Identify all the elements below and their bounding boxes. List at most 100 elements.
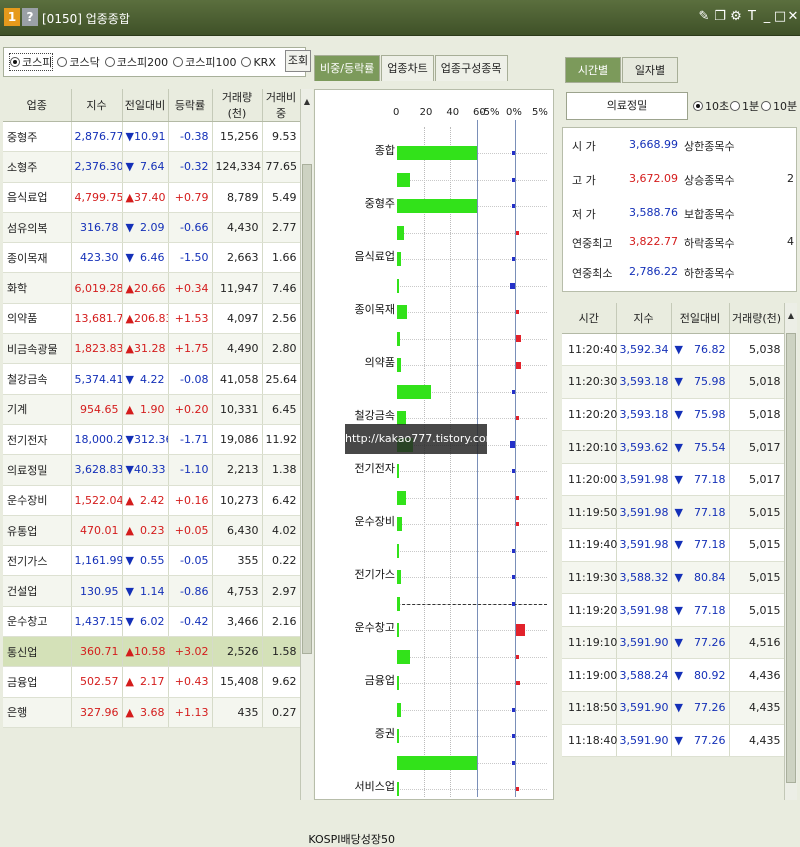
sector-name-cell: 금융업 (3, 666, 72, 698)
change-cell: ▼ 7.64 (122, 151, 169, 183)
col-header-index[interactable]: 지수 (71, 89, 123, 122)
share-cell: 1.66 (262, 242, 301, 274)
app-window: 1 ? [0150] 업종종합 ✎ ❐ ⚙ T _ □ ✕ 코스피 코스닥 코스… (0, 0, 800, 846)
scroll-up-icon[interactable]: ▲ (301, 97, 313, 106)
rate-cell: -0.66 (168, 212, 213, 244)
market-option-kosdaq[interactable]: 코스닥 (57, 54, 100, 70)
index-cell: 3,591.98 (616, 495, 672, 530)
table-row[interactable]: 종이목재 423.30 ▼ 6.46 -1.50 2,663 1.66 (3, 242, 301, 274)
change-cell: ▼ 77.26 (671, 691, 730, 725)
table-row[interactable]: 운수창고 1,437.15 ▼ 6.02 -0.42 3,466 2.16 (3, 606, 301, 638)
query-button[interactable]: 조회 (285, 50, 311, 72)
rate-bar (516, 416, 519, 420)
table-row[interactable]: 11:19:50 3,591.98 ▼ 77.18 5,015 (562, 495, 785, 530)
table-row[interactable]: 11:19:20 3,591.98 ▼ 77.18 5,015 (562, 593, 785, 627)
table-row[interactable]: 전기가스 1,161.99 ▼ 0.55 -0.05 355 0.22 (3, 545, 301, 577)
tab-by-time[interactable]: 시간별 (565, 57, 621, 83)
table-row[interactable]: 유통업 470.01 ▲ 0.23 +0.05 6,430 4.02 (3, 515, 301, 547)
table-row[interactable]: 11:19:30 3,588.32 ▼ 80.84 5,015 (562, 561, 785, 595)
table-row[interactable]: 금융업 502.57 ▲ 2.17 +0.43 15,408 9.62 (3, 666, 301, 698)
col-header-share[interactable]: 거래비중 (262, 89, 301, 122)
interval-option-10s[interactable]: 10초 (693, 98, 729, 114)
change-value: 77.18 (694, 505, 726, 519)
index-cell: 6,019.28 (71, 272, 123, 304)
table-row[interactable]: 철강금속 5,374.41 ▼ 4.22 -0.08 41,058 25.64 (3, 363, 301, 395)
window-number-badge[interactable]: 1 (4, 8, 20, 26)
scroll-thumb[interactable] (786, 333, 796, 783)
change-cell: ▼ 77.18 (671, 593, 730, 627)
col-header-change[interactable]: 전일대비 (122, 89, 169, 122)
share-cell: 9.53 (262, 121, 301, 153)
settings-icon[interactable]: ⚙ (729, 9, 743, 24)
radio-icon (173, 57, 184, 67)
copy-icon[interactable]: ❐ (713, 9, 727, 24)
stock-count-value: 4 (787, 235, 794, 248)
table-row[interactable]: 중형주 2,876.77 ▼ 10.91 -0.38 15,256 9.53 (3, 121, 301, 153)
change-cell: ▲ 10.58 (122, 636, 169, 668)
table-row[interactable]: 건설업 130.95 ▼ 1.14 -0.86 4,753 2.97 (3, 575, 301, 607)
table-row[interactable]: 11:20:00 3,591.98 ▼ 77.18 5,017 (562, 463, 785, 497)
volume-cell: 2,663 (212, 242, 263, 274)
table-row[interactable]: 11:20:40 3,592.34 ▼ 76.82 5,038 (562, 333, 785, 367)
rate-bar (509, 441, 515, 448)
scroll-up-icon[interactable]: ▲ (785, 311, 797, 320)
col-header-index[interactable]: 지수 (616, 303, 672, 334)
index-cell: 1,161.99 (71, 545, 123, 577)
market-option-krx[interactable]: KRX (241, 56, 276, 69)
rate-bar (512, 177, 515, 182)
table-row[interactable]: 11:20:20 3,593.18 ▼ 75.98 5,018 (562, 398, 785, 432)
table-row[interactable]: 화학 6,019.28 ▲ 20.66 +0.34 11,947 7.46 (3, 272, 301, 304)
table-row[interactable]: 운수장비 1,522.04 ▲ 2.42 +0.16 10,273 6.42 (3, 485, 301, 516)
volume-cell: 435 (212, 697, 263, 728)
market-option-kospi[interactable]: 코스피 (8, 53, 54, 71)
interval-option-1m[interactable]: 1분 (730, 98, 759, 114)
share-tick-label: 20 (419, 107, 433, 118)
market-option-kospi200[interactable]: 코스피200 (104, 54, 168, 70)
maximize-icon[interactable]: □ (773, 9, 787, 24)
table-row[interactable]: 비금속광물 1,823.83 ▲ 31.28 +1.75 4,490 2.80 (3, 333, 301, 365)
tab-sector-members[interactable]: 업종구성종목 (434, 55, 508, 81)
close-icon[interactable]: ✕ (786, 9, 800, 24)
col-header-volume[interactable]: 거래량(천) (212, 89, 263, 122)
down-arrow-icon: ▼ (125, 251, 134, 265)
col-header-time[interactable]: 시간 (562, 303, 617, 334)
table-row[interactable]: 음식료업 4,799.75 ▲ 37.40 +0.79 8,789 5.49 (3, 182, 301, 213)
col-header-change[interactable]: 전일대비 (671, 303, 730, 334)
table-row[interactable]: 11:19:00 3,588.24 ▼ 80.92 4,436 (562, 658, 785, 693)
table-row[interactable]: 기계 954.65 ▲ 1.90 +0.20 10,331 6.45 (3, 394, 301, 425)
sector-table-scrollbar[interactable]: ▲ (300, 89, 313, 800)
table-row[interactable]: 섬유의복 316.78 ▼ 2.09 -0.66 4,430 2.77 (3, 212, 301, 244)
handwrite-icon[interactable]: ✎ (697, 9, 711, 24)
table-row[interactable]: 의약품13,681.7▲206.83+1.534,0972.56 (3, 303, 301, 335)
interval-option-10m[interactable]: 10분 (761, 98, 797, 114)
col-header-volume[interactable]: 거래량(천) (729, 303, 785, 334)
table-row[interactable]: 11:20:10 3,593.62 ▼ 75.54 5,017 (562, 430, 785, 464)
table-row[interactable]: 11:18:40 3,591.90 ▼ 77.26 4,435 (562, 724, 785, 758)
help-badge[interactable]: ? (22, 8, 38, 26)
table-row[interactable]: 의료정밀 3,628.83 ▼ 40.33 -1.10 2,213 1.38 (3, 454, 301, 486)
tab-sector-chart[interactable]: 업종차트 (381, 55, 434, 81)
table-row[interactable]: 11:19:10 3,591.90 ▼ 77.26 4,516 (562, 626, 785, 660)
table-row[interactable]: 11:18:50 3,591.90 ▼ 77.26 4,435 (562, 691, 785, 725)
col-header-sector[interactable]: 업종 (3, 89, 72, 122)
table-row[interactable]: 전기전자18,000.2▼312.36-1.7119,08611.92 (3, 424, 301, 456)
market-option-kospi100[interactable]: 코스피100 (173, 54, 236, 70)
time-cell: 11:20:10 (562, 430, 617, 464)
tab-share-rate[interactable]: 비중/등락률 (314, 55, 381, 81)
category-label: 중형주 (364, 197, 395, 210)
tab-by-date[interactable]: 일자별 (622, 57, 678, 83)
text-icon[interactable]: T (745, 9, 759, 24)
down-arrow-icon: ▼ (674, 733, 683, 747)
scroll-thumb[interactable] (302, 164, 312, 654)
table-row[interactable]: 11:19:40 3,591.98 ▼ 77.18 5,015 (562, 528, 785, 562)
col-header-rate[interactable]: 등락률 (168, 89, 213, 122)
rate-tick-label: 0% (506, 107, 522, 118)
table-row[interactable]: 통신업 360.71 ▲ 10.58 +3.02 2,526 1.58 (3, 636, 301, 668)
stat-value: 3,672.09 (629, 172, 678, 185)
rate-cell: +0.16 (168, 485, 213, 516)
table-row[interactable]: 은행 327.96 ▲ 3.68 +1.13 435 0.27 (3, 697, 301, 728)
table-row[interactable]: 소형주 2,376.30 ▼ 7.64 -0.32 124,334 77.65 (3, 151, 301, 183)
table-row[interactable]: 11:20:30 3,593.18 ▼ 75.98 5,018 (562, 365, 785, 399)
time-table-scrollbar[interactable]: ▲ (784, 303, 797, 800)
minimize-icon[interactable]: _ (760, 9, 774, 24)
